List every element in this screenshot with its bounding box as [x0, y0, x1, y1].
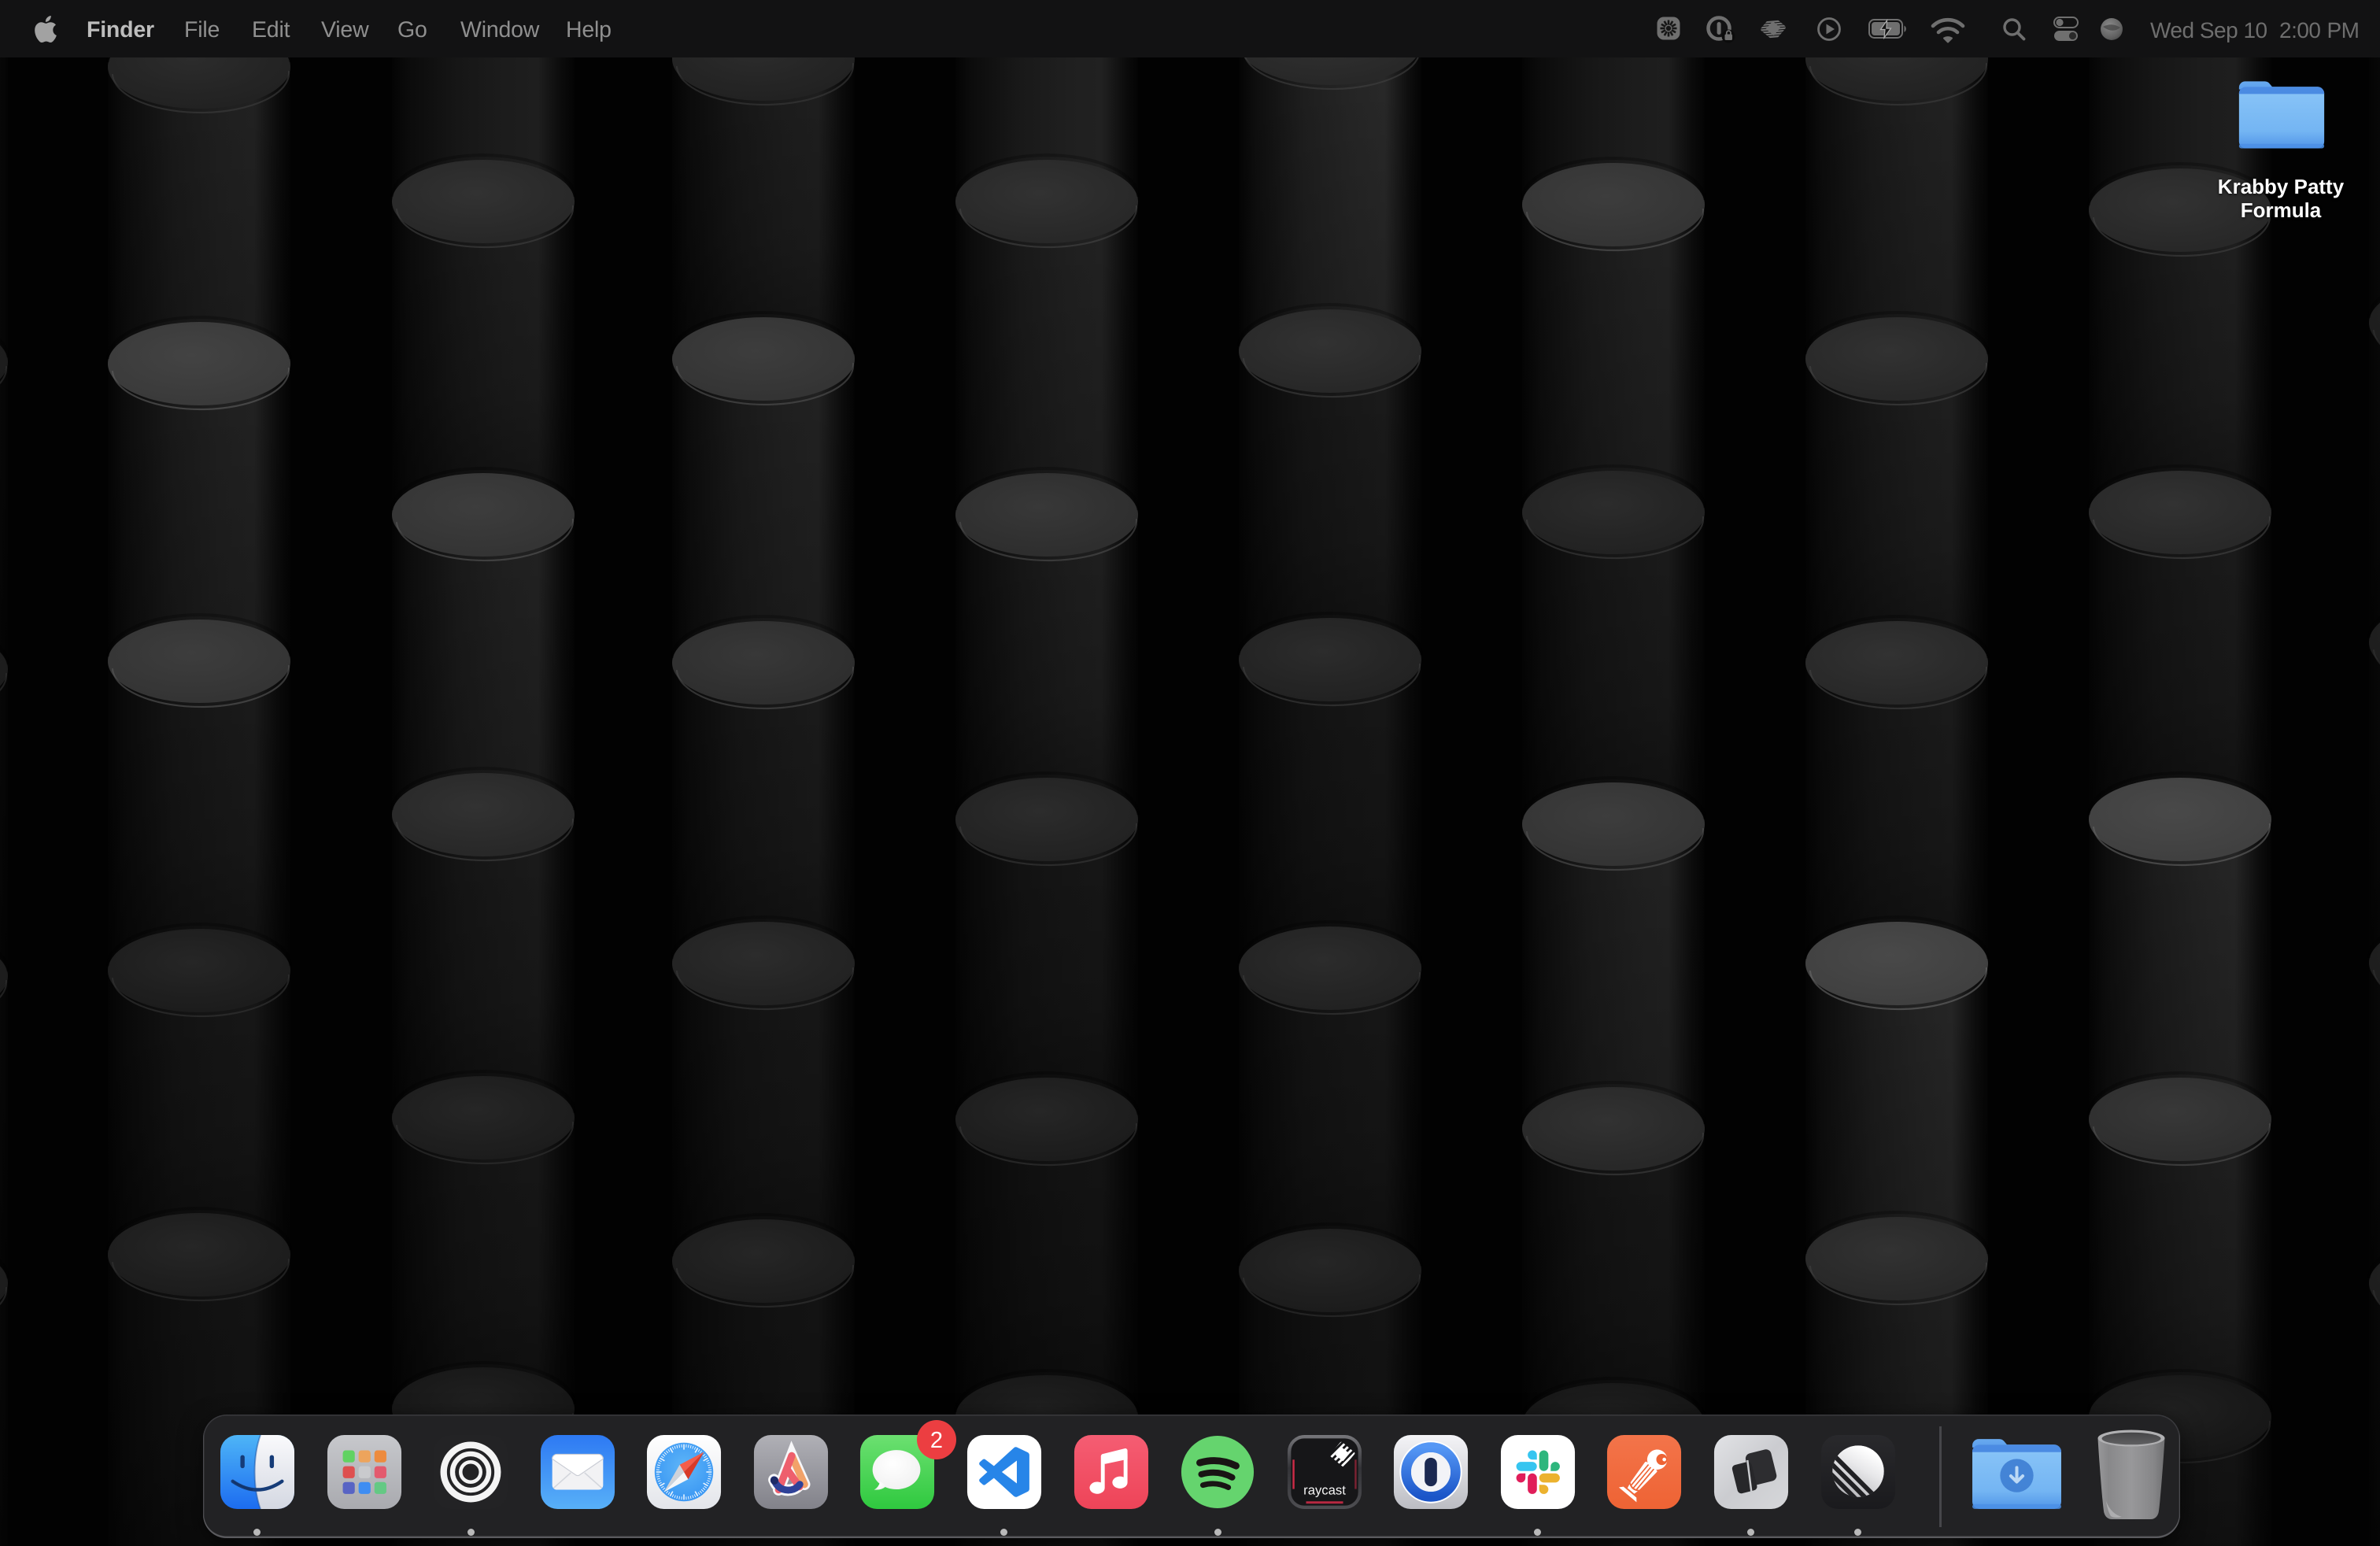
svg-text:2: 2 — [930, 1428, 943, 1453]
svg-text:raycast: raycast — [1303, 1483, 1346, 1498]
